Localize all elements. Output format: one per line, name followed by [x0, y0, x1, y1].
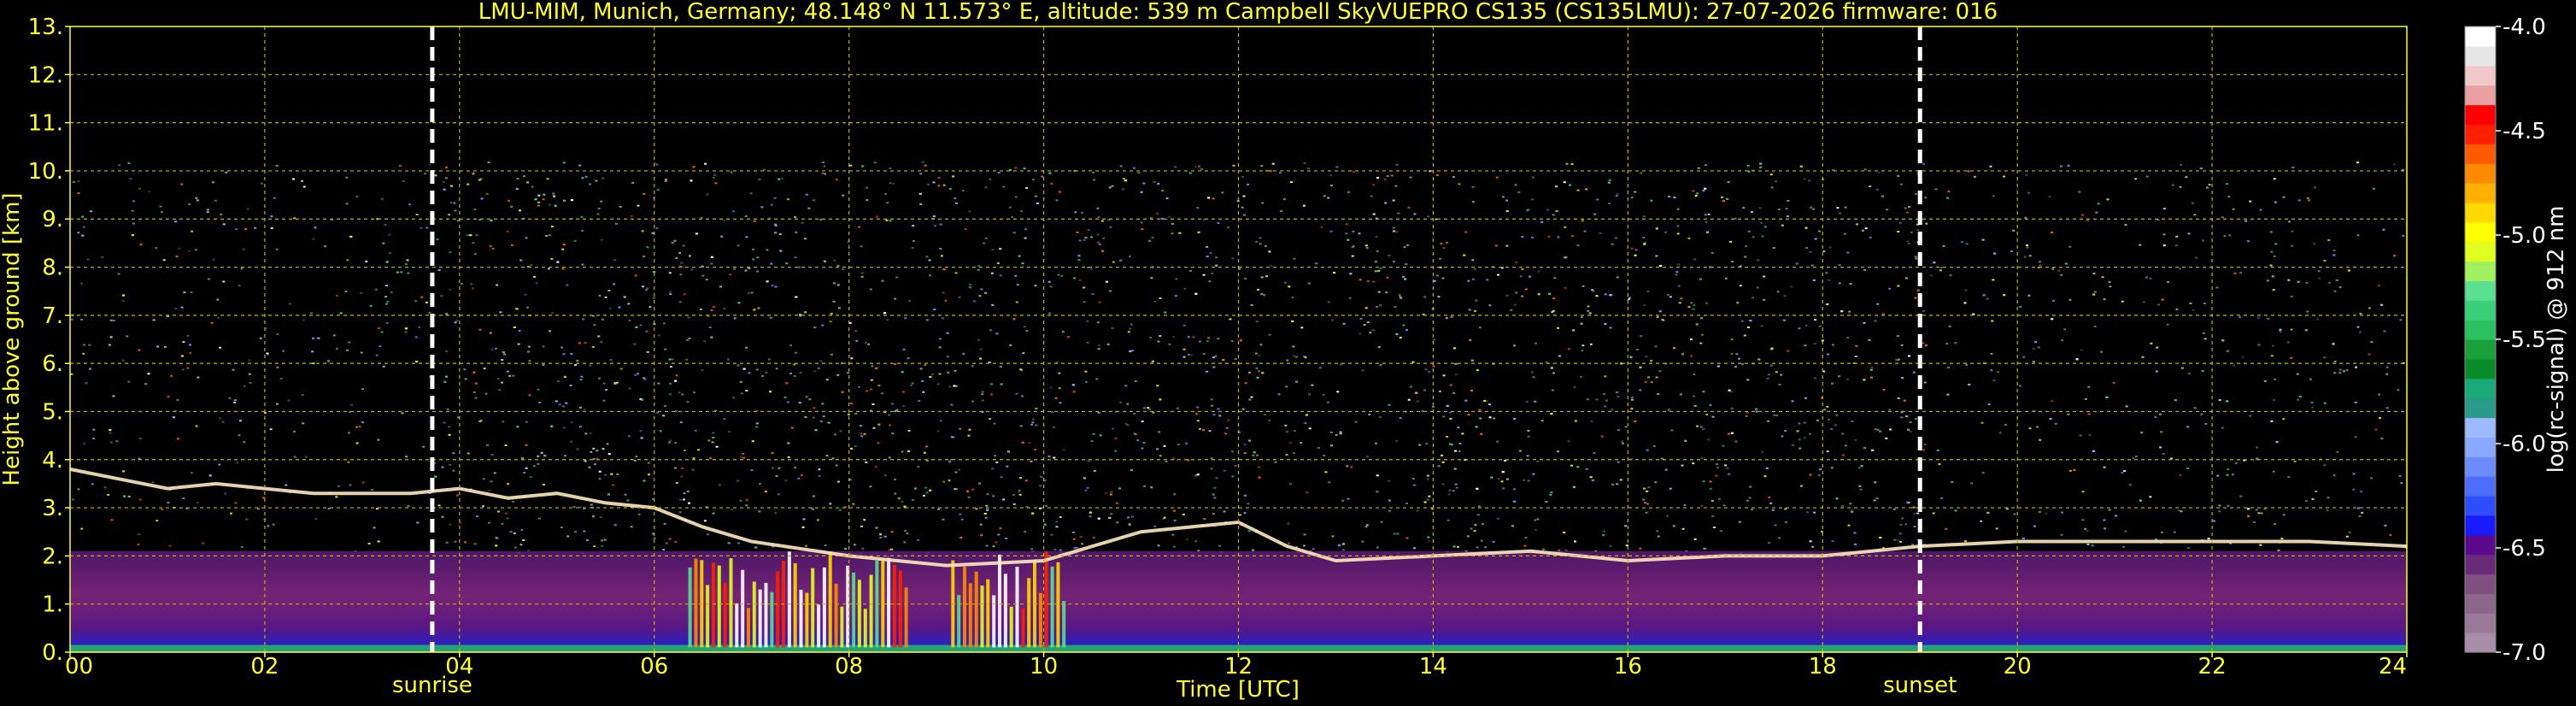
colorbar-swatch	[2465, 320, 2496, 340]
x-tick-label: 20	[2004, 654, 2032, 680]
y-tick-label: 10.	[28, 159, 63, 185]
y-tick-label: 9.	[42, 207, 63, 232]
x-tick-label: 10	[1030, 654, 1058, 680]
colorbar-swatch	[2465, 496, 2496, 516]
colorbar-tick-label: -4.5	[2503, 119, 2546, 144]
x-tick-label: 08	[835, 654, 863, 680]
colorbar: -7.0 -6.5 -6.0 -5.5 -5.0 -4.5 -4.0	[2464, 15, 2546, 666]
colorbar-swatch	[2465, 45, 2496, 67]
colorbar-swatch	[2465, 261, 2496, 281]
sunset-label: sunset	[1883, 673, 1957, 698]
colorbar-tick-label: -7.0	[2503, 640, 2546, 666]
colorbar-tick-label: -5.0	[2503, 223, 2546, 249]
colorbar-swatch	[2465, 632, 2496, 653]
colorbar-swatch	[2465, 163, 2496, 184]
y-tick-label: 7.	[42, 303, 63, 329]
colorbar-swatch	[2465, 183, 2496, 203]
y-tick-label: 0.	[42, 640, 63, 666]
x-tick-label: 02	[250, 654, 279, 680]
x-axis-label: Time [UTC]	[1176, 677, 1300, 703]
x-tick-label: 00	[65, 654, 93, 680]
y-tick-label: 4.	[42, 448, 63, 474]
colorbar-swatch	[2465, 202, 2496, 223]
x-tick-label: 12	[1224, 654, 1253, 680]
x-tick-label: 06	[640, 654, 668, 680]
y-tick-label: 13.	[28, 15, 63, 40]
colorbar-swatch	[2465, 358, 2496, 379]
y-tick-label: 2.	[42, 544, 63, 569]
colorbar-swatch	[2465, 300, 2496, 321]
colorbar-swatch	[2465, 104, 2496, 125]
y-tick-label: 12.	[28, 62, 63, 88]
colorbar-swatch	[2465, 476, 2496, 497]
y-tick-label: 11.	[28, 111, 63, 137]
x-tick-label: 18	[1809, 654, 1837, 680]
colorbar-tick-label: -6.5	[2503, 536, 2546, 562]
colorbar-swatch	[2465, 339, 2496, 360]
colorbar-swatch	[2465, 124, 2496, 144]
colorbar-swatch	[2465, 144, 2496, 164]
x-tick-label: 14	[1419, 654, 1447, 680]
ceilometer-chart: sunrise sunset 0.1.2.3.4.5.6.7.8.9.10.11.…	[0, 0, 2569, 703]
x-tick-label: 16	[1614, 654, 1642, 680]
chart-title: LMU-MIM, Munich, Germany; 48.148° N 11.5…	[478, 0, 1998, 25]
colorbar-swatch	[2465, 65, 2496, 86]
colorbar-swatch	[2465, 534, 2496, 556]
colorbar-swatch	[2465, 554, 2496, 575]
colorbar-tick-label: -6.0	[2503, 432, 2546, 457]
colorbar-label: log(rc-signal) @ 912 nm	[2544, 206, 2569, 474]
y-axis-ticks: 0. 1. 2. 3. 4. 5. 6. 7. 8. 9. 10. 11. 12. 13.	[28, 15, 70, 666]
colorbar-swatch	[2465, 515, 2496, 536]
x-tick-label: 04	[445, 654, 473, 680]
y-tick-label: 8.	[42, 256, 63, 281]
colorbar-swatch	[2465, 417, 2496, 438]
colorbar-swatch	[2465, 397, 2496, 419]
colorbar-swatch	[2465, 378, 2496, 399]
colorbar-swatch	[2465, 85, 2496, 106]
colorbar-tick-label: -5.5	[2503, 327, 2546, 353]
colorbar-swatch	[2465, 613, 2496, 633]
x-tick-label: 22	[2198, 654, 2227, 680]
colorbar-swatch	[2465, 280, 2496, 301]
colorbar-swatch	[2465, 221, 2496, 243]
colorbar-swatch	[2465, 593, 2496, 614]
x-tick-label: 24	[2379, 654, 2407, 680]
colorbar-swatch	[2465, 241, 2496, 262]
y-tick-label: 5.	[42, 399, 63, 425]
colorbar-swatch	[2465, 437, 2496, 457]
y-tick-label: 3.	[42, 496, 63, 521]
y-tick-label: 6.	[42, 351, 63, 377]
colorbar-swatch	[2465, 456, 2496, 477]
y-axis-label: Height above ground [km]	[0, 192, 25, 485]
y-tick-label: 1.	[42, 592, 63, 618]
colorbar-tick-label: -4.0	[2503, 15, 2546, 40]
colorbar-swatch	[2465, 574, 2496, 594]
colorbar-swatch	[2465, 26, 2496, 47]
